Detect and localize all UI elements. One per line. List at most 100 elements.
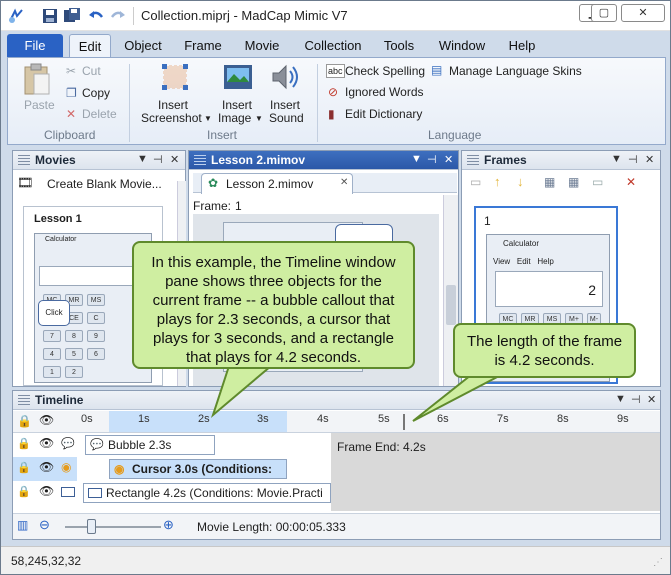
ribbon-tabs: File Edit Object Frame Movie Collection … <box>7 34 666 58</box>
check-spelling-button[interactable]: Check Spelling <box>345 64 425 78</box>
move-up-icon[interactable]: ↑ <box>494 174 501 189</box>
pane-grip-icon <box>467 155 479 166</box>
insert-screenshot-button[interactable]: Screenshot <box>141 111 202 125</box>
pin-icon[interactable]: ⊣ <box>631 393 641 406</box>
delete-frame-icon[interactable]: ✕ <box>626 175 636 189</box>
close-pane-icon[interactable]: ✕ <box>645 153 654 166</box>
chevron-down-icon: ▼ <box>255 114 263 123</box>
calculator-menu: View Edit Help <box>493 257 554 266</box>
insert-image-button[interactable]: Image <box>218 111 251 125</box>
move-down-icon[interactable]: ↓ <box>517 174 524 189</box>
timeline-row: 🔒 👁 💬 💬 Bubble 2.3s <box>13 433 660 457</box>
tab-collection[interactable]: Collection <box>297 34 369 58</box>
delete-button[interactable]: Delete <box>82 107 117 121</box>
tab-window[interactable]: Window <box>433 34 491 58</box>
close-button[interactable]: ✕ <box>621 4 665 22</box>
calculator-display: 2 <box>495 271 603 307</box>
redo-icon[interactable] <box>109 7 127 25</box>
tab-edit[interactable]: Edit <box>69 34 111 58</box>
tab-lesson-2[interactable]: ✿ Lesson 2.mimov ✕ <box>201 173 353 194</box>
pin-icon[interactable]: ⊣ <box>628 153 638 166</box>
zoom-in-icon[interactable]: ⊕ <box>163 517 174 533</box>
zoom-out-icon[interactable]: ⊖ <box>39 517 50 533</box>
tab-object[interactable]: Object <box>117 34 169 58</box>
frame-end-marker[interactable] <box>403 414 405 430</box>
pane-menu-icon[interactable]: ▼ <box>611 153 622 165</box>
frame-properties-icon[interactable]: ▭ <box>592 175 603 189</box>
visibility-icon[interactable]: 👁 <box>39 460 54 474</box>
add-frame-icon[interactable]: ▦ <box>544 175 555 189</box>
lesson-pane-title: Lesson 2.mimov <box>211 153 306 167</box>
click-callout: Click <box>38 300 70 326</box>
pane-grip-icon <box>194 155 206 166</box>
zoom-slider-track[interactable] <box>65 526 161 528</box>
tab-frame[interactable]: Frame <box>179 34 227 58</box>
pane-menu-icon[interactable]: ▼ <box>411 153 422 165</box>
tick-label: 0s <box>81 413 93 425</box>
lock-icon[interactable]: 🔒 <box>17 437 31 450</box>
clipboard-group-label: Clipboard <box>44 128 96 142</box>
tab-tools[interactable]: Tools <box>379 34 419 58</box>
pin-icon[interactable]: ⊣ <box>153 153 163 166</box>
tab-movie[interactable]: Movie <box>239 34 285 58</box>
pane-menu-icon[interactable]: ▼ <box>137 153 148 165</box>
rectangle-timeline-bar[interactable]: Rectangle 4.2s (Conditions: Movie.Practi <box>83 483 331 503</box>
calculator-display <box>39 266 147 286</box>
frame-length-callout: The length of the frame is 4.2 seconds. <box>453 323 636 378</box>
lock-icon[interactable]: 🔒 <box>17 485 31 498</box>
calc-key: C <box>87 312 105 324</box>
frame-selector-value[interactable]: 1 <box>235 199 242 213</box>
timeline-options-icon[interactable]: ▥ <box>17 518 28 532</box>
undo-icon[interactable] <box>87 7 105 25</box>
language-group-label: Language <box>428 128 482 142</box>
paste-button[interactable]: Paste <box>24 98 55 112</box>
movie-file-icon: ✿ <box>208 176 219 190</box>
insert-image-label-1[interactable]: Insert <box>222 98 252 112</box>
tab-file[interactable]: File <box>7 34 63 58</box>
pane-menu-icon[interactable]: ▼ <box>615 393 626 405</box>
pane-grip-icon <box>18 395 30 406</box>
close-pane-icon[interactable]: ✕ <box>170 153 179 166</box>
maximize-button[interactable]: ▢ <box>591 4 617 22</box>
pin-icon[interactable]: ⊣ <box>427 153 437 166</box>
zoom-slider-thumb[interactable] <box>87 519 96 534</box>
lock-icon[interactable]: 🔒 <box>17 461 31 474</box>
resize-grip-icon[interactable]: ⋰ <box>653 557 663 568</box>
cursor-timeline-bar[interactable]: ◉ Cursor 3.0s (Conditions: <box>109 459 287 479</box>
ignored-words-icon: ⊘ <box>328 85 339 99</box>
calculator-display-value: 2 <box>588 282 596 298</box>
scrollbar-thumb[interactable] <box>446 285 456 325</box>
visibility-icon[interactable]: 👁 <box>39 436 54 450</box>
pane-grip-icon <box>18 155 30 166</box>
visibility-icon[interactable]: 👁 <box>39 484 54 498</box>
cursor-icon: ◉ <box>114 462 125 476</box>
tick-label: 9s <box>617 413 629 425</box>
close-pane-icon[interactable]: ✕ <box>647 393 656 406</box>
ignored-words-button[interactable]: Ignored Words <box>345 85 424 99</box>
close-pane-icon[interactable]: ✕ <box>444 153 453 166</box>
ribbon: Paste ✂ Cut ❐ Copy ✕ Delete Clipboard In… <box>7 57 666 145</box>
insert-sound-label-1[interactable]: Insert <box>270 98 300 112</box>
visibility-all-icon[interactable]: 👁 <box>39 413 54 427</box>
manage-language-skins-button[interactable]: Manage Language Skins <box>449 64 582 78</box>
cut-button[interactable]: Cut <box>82 64 101 78</box>
create-blank-movie-button[interactable]: Create Blank Movie... <box>47 177 162 191</box>
duplicate-frame-icon[interactable]: ▦ <box>568 175 579 189</box>
language-skins-icon: ▤ <box>431 63 443 77</box>
save-icon[interactable] <box>41 7 59 25</box>
frames-pane-title: Frames <box>484 153 527 167</box>
tab-help[interactable]: Help <box>503 34 541 58</box>
bubble-object-icon: 💬 <box>61 438 75 450</box>
insert-sound-button[interactable]: Sound <box>269 111 304 125</box>
frame-tool-icon[interactable]: ▭ <box>470 175 481 189</box>
save-all-icon[interactable] <box>63 7 81 25</box>
insert-screenshot-label-1[interactable]: Insert <box>158 98 188 112</box>
close-tab-icon[interactable]: ✕ <box>340 177 348 188</box>
copy-button[interactable]: Copy <box>82 86 110 100</box>
bubble-timeline-bar[interactable]: 💬 Bubble 2.3s <box>85 435 215 455</box>
status-bar: 58,245,32,32 ⋰ <box>1 546 670 574</box>
timeline-pane-header: Timeline ▼ ⊣ ✕ <box>13 391 660 410</box>
lock-all-icon[interactable]: 🔒 <box>17 414 32 428</box>
cursor-timeline-label: Cursor 3.0s (Conditions: <box>132 462 273 476</box>
edit-dictionary-button[interactable]: Edit Dictionary <box>345 107 422 121</box>
